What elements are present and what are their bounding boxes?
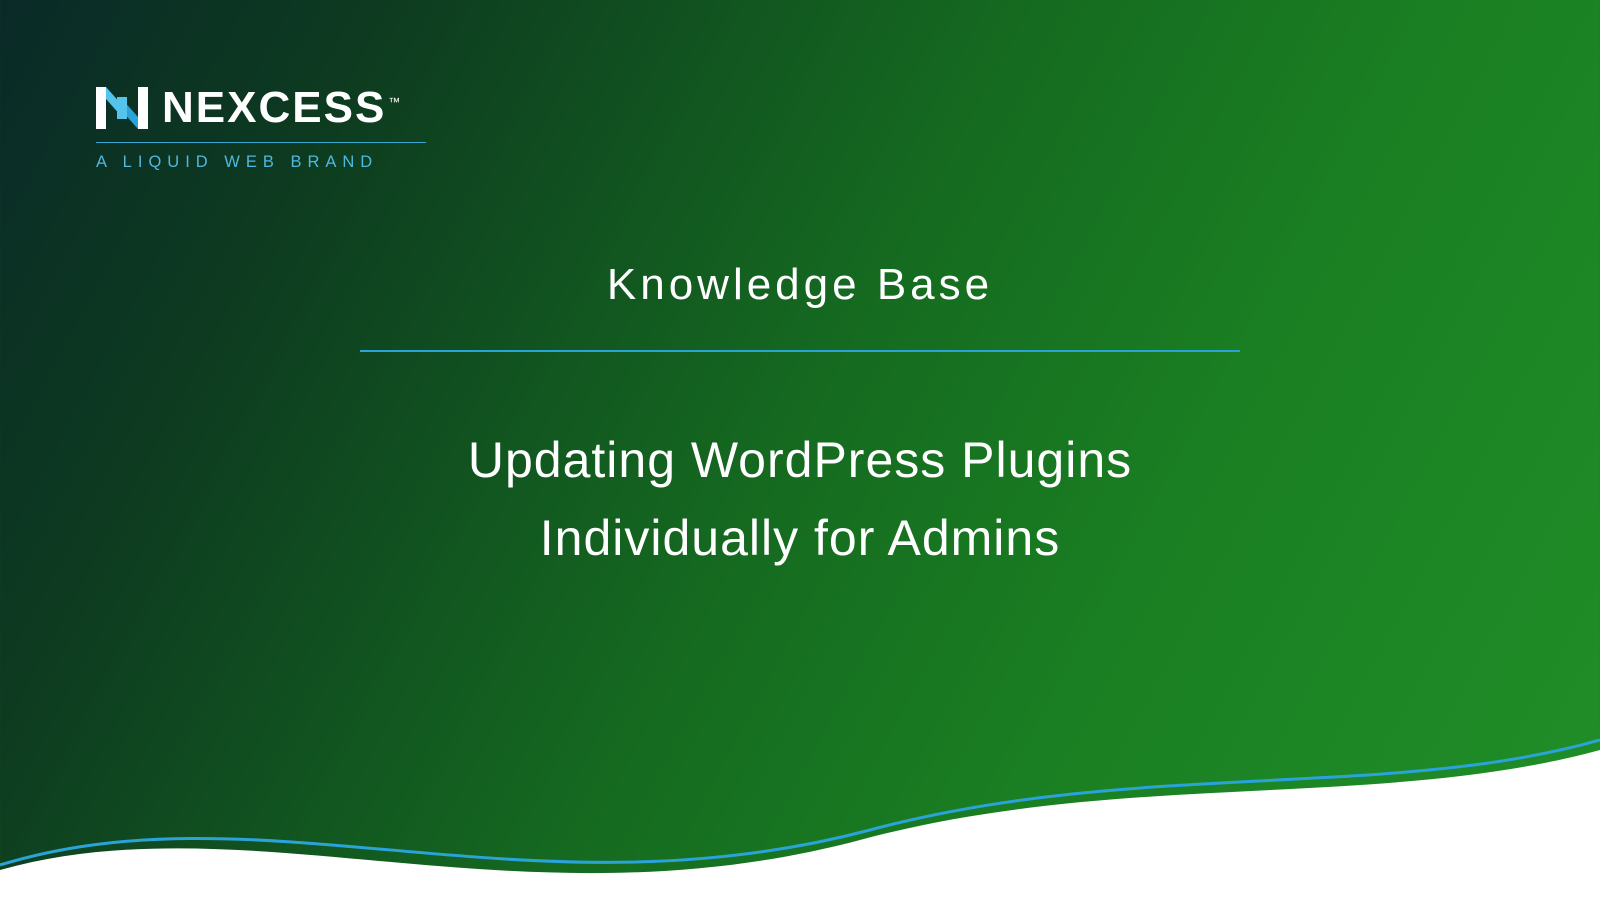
page-eyebrow: Knowledge Base: [340, 260, 1260, 310]
title-line-1: Updating WordPress Plugins: [468, 432, 1132, 488]
brand-wordmark: NEXCESS™: [162, 86, 402, 130]
decorative-wave: [0, 690, 1600, 900]
nexcess-logo-icon: [96, 87, 148, 129]
trademark-symbol: ™: [388, 95, 402, 109]
wave-svg: [0, 690, 1600, 900]
brand-name-text: NEXCESS: [162, 83, 386, 132]
content-divider: [360, 350, 1240, 352]
brand-tagline: A LIQUID WEB BRAND: [96, 153, 436, 172]
brand-divider: [96, 142, 426, 143]
brand-logo-row: NEXCESS™: [96, 86, 436, 130]
page-title: Updating WordPress Plugins Individually …: [340, 422, 1260, 577]
title-line-2: Individually for Admins: [540, 510, 1060, 566]
main-content: Knowledge Base Updating WordPress Plugin…: [340, 260, 1260, 577]
brand-logo-block: NEXCESS™ A LIQUID WEB BRAND: [96, 86, 436, 172]
